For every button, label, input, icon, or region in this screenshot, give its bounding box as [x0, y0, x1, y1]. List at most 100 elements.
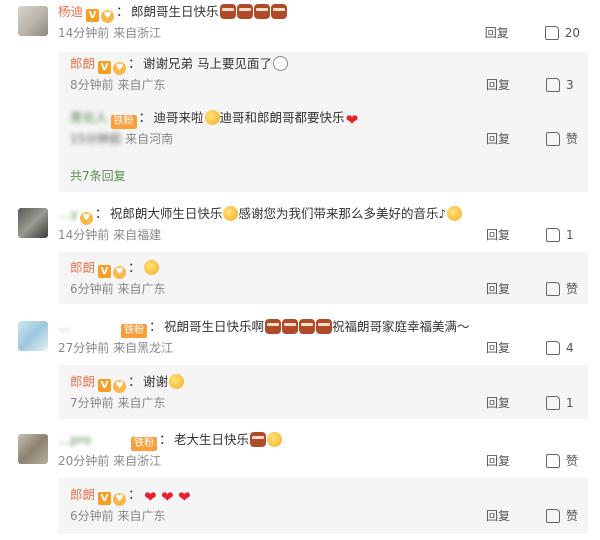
- comment-text: 谢谢兄弟 马上要见面了: [143, 56, 273, 71]
- thumbs-up-icon[interactable]: [544, 25, 559, 40]
- comment-thread: …y ♥：祝郎朗大师生日快乐 感谢您为我们带来那么多美好的音乐♪ 14分钟前 来自福…: [0, 202, 600, 244]
- comment-reply: 郎朗 V ♥：谢谢兄弟 马上要见面了 8分钟前 来自广东 回复 3: [0, 52, 600, 94]
- location: 来自浙江: [113, 26, 162, 40]
- comment-root: …y ♥：祝郎朗大师生日快乐 感谢您为我们带来那么多美好的音乐♪ 14分钟前 来自福…: [0, 202, 600, 244]
- comment-text: 祝朗哥生日快乐啊: [164, 319, 265, 334]
- reply-button[interactable]: 回复: [486, 130, 510, 147]
- comment-reply: 黑化人 铁粉：迪哥来啦 迪哥和郎朗哥都要快乐❤ 15分钟前 来自河南 回复赞: [70, 110, 580, 147]
- reply-button[interactable]: 回复: [486, 507, 510, 524]
- heart-icon: ❤: [345, 111, 359, 129]
- kiss-emoji-icon: [267, 432, 283, 447]
- kiss-emoji-icon: [144, 260, 160, 275]
- like-count: 20: [564, 25, 580, 40]
- location: 来自福建: [113, 228, 162, 242]
- thumbs-up-icon[interactable]: [546, 453, 560, 468]
- username[interactable]: 郎朗: [70, 487, 95, 502]
- heart-icon: ❤: [161, 488, 174, 506]
- comment-text: 谢谢: [143, 374, 169, 389]
- comment-reply: 郎朗 V ♥：谢谢 7分钟前 来自广东 回复 1: [0, 370, 600, 412]
- heart-badge-icon: ♥: [79, 212, 93, 225]
- avatar[interactable]: [18, 321, 48, 351]
- reply-thread: 郎朗 V ♥：谢谢 7分钟前 来自广东 回复 1: [0, 370, 600, 412]
- thumbs-up-icon[interactable]: [546, 281, 560, 296]
- verified-badge-icon: V: [98, 492, 112, 505]
- comment-root: …pro 铁粉：老大生日快乐 20分钟前 来自浙江 回复赞: [0, 428, 600, 470]
- location: 来自广东: [117, 78, 166, 92]
- reply-button[interactable]: 回复: [486, 280, 510, 297]
- comment-root: … 铁粉：祝朗哥生日快乐啊 祝福朗哥家庭幸福美满～ 27分钟前 来自黑龙江 回复 4: [0, 315, 600, 357]
- thumbs-up-icon[interactable]: [546, 227, 560, 242]
- reply-button[interactable]: 回复: [486, 226, 510, 243]
- location: 来自广东: [117, 282, 166, 296]
- heart-badge-icon: ♥: [113, 62, 127, 75]
- reply-thread: 郎朗 V ♥： ❤ ❤ ❤ 6分钟前 来自广东 回复赞: [0, 483, 600, 525]
- comment-thread: … 铁粉：祝朗哥生日快乐啊 祝福朗哥家庭幸福美满～ 27分钟前 来自黑龙江 回复 4: [0, 315, 600, 357]
- timestamp: 27分钟前: [58, 341, 110, 355]
- username[interactable]: …: [58, 318, 118, 336]
- like-button-label[interactable]: 赞: [566, 507, 580, 524]
- username[interactable]: 杨迪: [58, 4, 83, 19]
- comment-thread: 杨迪 V ♥：郎朗哥生日快乐 14分钟前 来自浙江 回复 20: [0, 0, 600, 42]
- reply-button[interactable]: 回复: [486, 76, 510, 93]
- like-button-label[interactable]: 赞: [566, 452, 580, 469]
- comment-text: 感谢您为我们带来那么多美好的音乐: [238, 206, 439, 221]
- avatar[interactable]: [18, 6, 48, 36]
- cake-icon: [282, 319, 299, 334]
- location: 来自广东: [117, 396, 166, 410]
- more-replies-link[interactable]: 共7条回复: [70, 167, 126, 184]
- verified-badge-icon: V: [98, 265, 112, 278]
- reply-thread: 黑化人 铁粉：迪哥来啦 迪哥和郎朗哥都要快乐❤ 15分钟前 来自河南 回复赞: [0, 106, 600, 148]
- cake-icon: [265, 319, 282, 334]
- thumbs-up-icon[interactable]: [546, 508, 560, 523]
- timestamp: 6分钟前: [70, 282, 114, 296]
- location: 来自浙江: [113, 454, 162, 468]
- like-button-label[interactable]: 赞: [566, 280, 580, 297]
- surprised-emoji-icon: [169, 374, 185, 389]
- location: 来自广东: [117, 509, 166, 523]
- reply-button[interactable]: 回复: [485, 24, 509, 41]
- like-count: 1: [566, 395, 574, 410]
- timestamp: 6分钟前: [70, 509, 114, 523]
- like-button-label[interactable]: 赞: [566, 130, 580, 147]
- avatar[interactable]: [18, 434, 48, 464]
- comment-root: 杨迪 V ♥：郎朗哥生日快乐 14分钟前 来自浙江 回复 20: [0, 0, 600, 42]
- cake-emoji-icon: [223, 206, 239, 221]
- timestamp: 20分钟前: [58, 454, 110, 468]
- username[interactable]: 郎朗: [70, 56, 95, 71]
- kiss-emoji-icon: [447, 206, 463, 221]
- cake-icon: [270, 4, 287, 19]
- heart-badge-icon: ♥: [113, 266, 127, 279]
- like-count: 4: [566, 340, 574, 355]
- like-count: 3: [566, 77, 574, 92]
- timestamp: 14分钟前: [58, 26, 110, 40]
- thumbs-up-icon[interactable]: [546, 131, 560, 146]
- thumbs-up-icon[interactable]: [546, 77, 560, 92]
- fan-badge: 铁粉: [110, 115, 137, 129]
- cake-icon: [253, 4, 270, 19]
- fan-badge: 铁粉: [121, 324, 147, 338]
- username[interactable]: 郎朗: [70, 260, 95, 275]
- timestamp: 8分钟前: [70, 78, 114, 92]
- glasses-emoji-icon: [273, 56, 289, 71]
- comment-text: 老大生日快乐: [174, 432, 250, 447]
- thumbs-up-icon[interactable]: [546, 395, 560, 410]
- heart-badge-icon: ♥: [101, 10, 115, 23]
- timestamp: 14分钟前: [58, 228, 110, 242]
- username[interactable]: …y: [58, 206, 78, 221]
- reply-button[interactable]: 回复: [486, 452, 510, 469]
- username[interactable]: 黑化人: [70, 110, 108, 125]
- avatar[interactable]: [18, 208, 48, 238]
- username[interactable]: 郎朗: [70, 374, 95, 389]
- comment-text: 迪哥和郎朗哥都要快乐: [219, 110, 345, 125]
- reply-button[interactable]: 回复: [486, 339, 510, 356]
- verified-badge-icon: V: [86, 9, 100, 22]
- comment-thread: …pro 铁粉：老大生日快乐 20分钟前 来自浙江 回复赞: [0, 428, 600, 470]
- thumbs-up-icon[interactable]: [546, 340, 560, 355]
- username[interactable]: …pro: [58, 431, 128, 449]
- reply-thread: 郎朗 V ♥：谢谢兄弟 马上要见面了 8分钟前 来自广东 回复 3: [0, 52, 600, 94]
- reply-button[interactable]: 回复: [486, 394, 510, 411]
- cake-icon: [236, 4, 253, 19]
- comment-text: 郎朗哥生日快乐: [131, 4, 219, 19]
- verified-badge-icon: V: [98, 379, 112, 392]
- timestamp: 15分钟前: [70, 132, 122, 146]
